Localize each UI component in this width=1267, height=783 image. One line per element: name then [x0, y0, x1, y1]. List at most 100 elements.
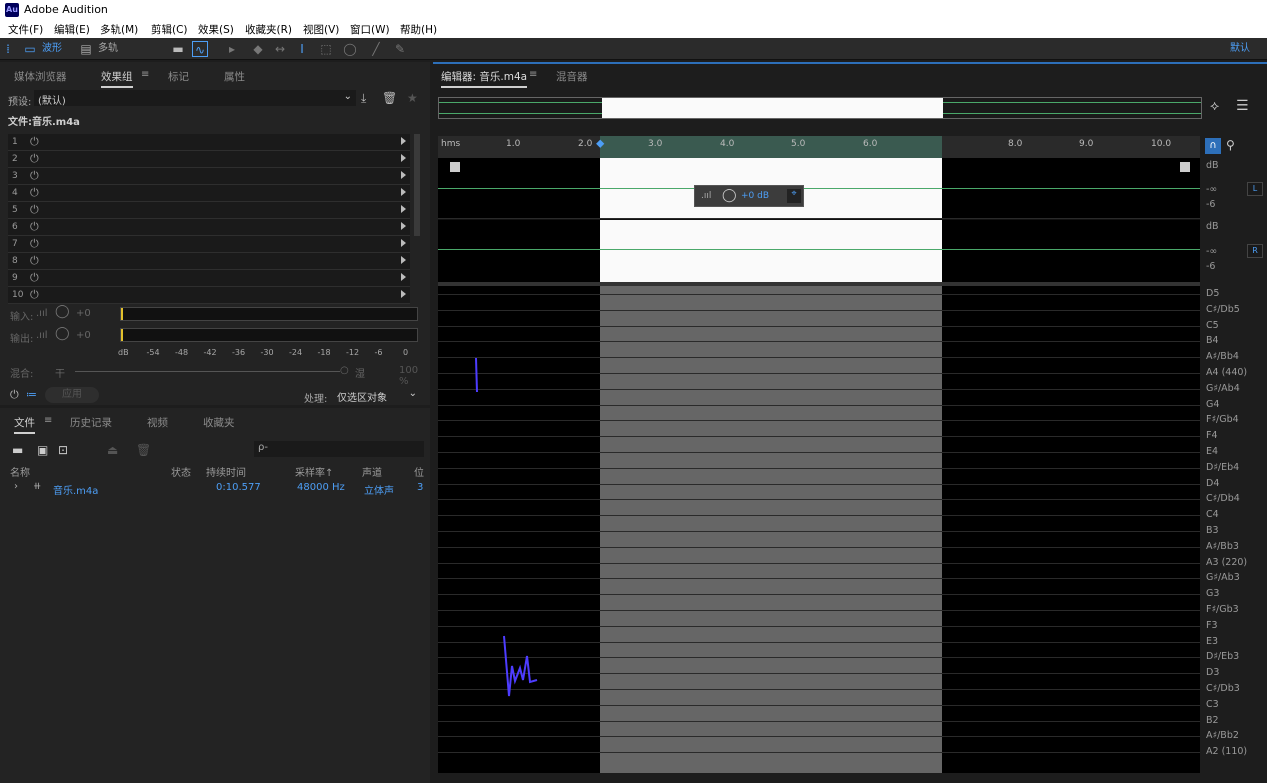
tab-media-browser[interactable]: 媒体浏览器: [14, 69, 67, 84]
search-input[interactable]: ρ-: [254, 441, 424, 457]
panel-grip-icon[interactable]: ⁞: [0, 41, 16, 57]
col-bits[interactable]: 位: [414, 464, 424, 479]
gain-knob[interactable]: ◯: [722, 188, 737, 203]
tab-editor[interactable]: 编辑器: 音乐.m4a: [441, 69, 528, 88]
effect-slot[interactable]: 9 ⏻: [8, 270, 410, 287]
effect-slot[interactable]: 1 ⏻: [8, 134, 410, 151]
effect-slot[interactable]: 7 ⏻: [8, 236, 410, 253]
col-status[interactable]: 状态: [171, 464, 191, 479]
menu-clip[interactable]: 剪辑(C): [151, 22, 188, 37]
power-icon[interactable]: ⏻: [30, 271, 39, 285]
power-icon[interactable]: ⏻: [30, 169, 39, 183]
list-view-icon[interactable]: ☰: [1236, 98, 1249, 114]
overview-bar[interactable]: [438, 97, 1202, 119]
playhead-icon[interactable]: ⬥: [596, 136, 604, 151]
menu-effects[interactable]: 效果(S): [198, 22, 234, 37]
pitch-display-icon[interactable]: ∿: [192, 41, 208, 57]
input-gain-knob[interactable]: ◯: [55, 304, 70, 319]
waveform-selection[interactable]: [600, 158, 942, 282]
power-icon[interactable]: ⏻: [30, 186, 39, 200]
effect-slot[interactable]: 8 ⏻: [8, 253, 410, 270]
razor-tool-icon[interactable]: ◆: [250, 41, 266, 57]
zoom-icon[interactable]: ⟡: [1210, 98, 1219, 114]
fade-in-handle[interactable]: [450, 162, 460, 172]
tab-video[interactable]: 视频: [147, 415, 168, 430]
delete-preset-icon[interactable]: 🗑: [382, 91, 397, 105]
tab-files[interactable]: 文件: [14, 415, 35, 434]
menu-view[interactable]: 视图(V): [303, 22, 339, 37]
panel-menu-icon[interactable]: ≡: [529, 69, 537, 80]
effect-slot[interactable]: 5 ⏻: [8, 202, 410, 219]
channel-right-badge[interactable]: R: [1247, 244, 1263, 258]
slot-menu-arrow-icon[interactable]: [401, 290, 406, 298]
mix-slider[interactable]: [75, 371, 340, 372]
power-icon[interactable]: ⏻: [30, 203, 39, 217]
menu-file[interactable]: 文件(F): [8, 22, 43, 37]
tab-effects-rack[interactable]: 效果组: [101, 69, 133, 88]
col-name[interactable]: 名称: [10, 464, 30, 479]
panel-menu-icon[interactable]: ≡: [44, 415, 52, 426]
spectral-display-icon[interactable]: ▬: [170, 41, 186, 57]
rack-scrollbar[interactable]: [414, 134, 420, 236]
slot-menu-arrow-icon[interactable]: [401, 137, 406, 145]
import-icon[interactable]: ▣: [37, 443, 48, 457]
brush-tool-icon[interactable]: ╱: [368, 41, 384, 57]
fade-out-handle[interactable]: [1180, 162, 1190, 172]
save-preset-icon[interactable]: ⤓: [361, 91, 366, 106]
snap-icon[interactable]: ∩: [1205, 138, 1221, 154]
effect-slot[interactable]: 6 ⏻: [8, 219, 410, 236]
channel-left-badge[interactable]: L: [1247, 182, 1263, 196]
slot-menu-arrow-icon[interactable]: [401, 256, 406, 264]
healing-tool-icon[interactable]: ✎: [392, 41, 408, 57]
slot-menu-arrow-icon[interactable]: [401, 205, 406, 213]
tab-history[interactable]: 历史记录: [70, 415, 112, 430]
open-file-icon[interactable]: ▬: [12, 443, 23, 457]
slip-tool-icon[interactable]: ↔: [272, 41, 288, 57]
slot-menu-arrow-icon[interactable]: [401, 171, 406, 179]
tab-mixer[interactable]: 混音器: [556, 69, 588, 84]
preset-select[interactable]: (默认) ⌄: [34, 90, 356, 107]
tab-favorites[interactable]: 收藏夹: [203, 415, 235, 430]
power-icon[interactable]: ⏻: [30, 135, 39, 149]
mix-slider-handle[interactable]: ○: [340, 365, 349, 376]
menu-edit[interactable]: 编辑(E): [54, 22, 90, 37]
menu-multitrack[interactable]: 多轨(M): [100, 22, 138, 37]
slot-menu-arrow-icon[interactable]: [401, 188, 406, 196]
power-icon[interactable]: ⏻: [30, 237, 39, 251]
slot-menu-arrow-icon[interactable]: [401, 239, 406, 247]
expand-chevron-icon[interactable]: ›: [14, 481, 18, 492]
slot-menu-arrow-icon[interactable]: [401, 222, 406, 230]
tab-properties[interactable]: 属性: [224, 69, 245, 84]
menu-help[interactable]: 帮助(H): [400, 22, 437, 37]
col-sample-rate[interactable]: 采样率↑: [295, 464, 333, 479]
move-tool-icon[interactable]: ▸: [224, 41, 240, 57]
col-channels[interactable]: 声道: [362, 464, 382, 479]
table-row[interactable]: › ⧺ 音乐.m4a 0:10.577 48000 Hz 立体声 3: [0, 480, 430, 497]
effect-slot[interactable]: 3 ⏻: [8, 168, 410, 185]
workspace-default[interactable]: 默认: [1230, 41, 1250, 57]
time-ruler[interactable]: hms 1.0 2.0 3.0 4.0 5.0 6.0 8.0 9.0 10.0 ⬥: [438, 136, 1200, 158]
effect-slot[interactable]: 10 ⏻: [8, 287, 410, 304]
marker-pin-icon[interactable]: ⚲: [1226, 138, 1235, 152]
pin-icon[interactable]: ⌖: [787, 189, 801, 203]
time-selection-tool-icon[interactable]: I: [294, 41, 310, 57]
panel-menu-icon[interactable]: ≡: [141, 69, 149, 80]
waveform-button[interactable]: 波形: [42, 41, 62, 57]
marquee-tool-icon[interactable]: ⬚: [318, 41, 334, 57]
slot-menu-arrow-icon[interactable]: [401, 273, 406, 281]
power-icon[interactable]: ⏻: [30, 220, 39, 234]
hud-gain-control[interactable]: .ııl ◯ +0 dB ⌖: [694, 185, 804, 207]
list-icon[interactable]: ≔: [26, 388, 37, 401]
new-file-icon[interactable]: ⊡: [58, 443, 68, 457]
process-select[interactable]: 仅选区对象 ⌄: [333, 387, 421, 404]
power-icon[interactable]: ⏻: [10, 388, 19, 402]
insert-icon[interactable]: ⏏: [107, 443, 118, 457]
overview-visible-range[interactable]: [602, 98, 943, 118]
col-duration[interactable]: 持续时间: [206, 464, 246, 479]
tab-markers[interactable]: 标记: [168, 69, 189, 84]
favorite-star-icon[interactable]: ★: [407, 91, 418, 105]
waveform-display[interactable]: .ııl ◯ +0 dB ⌖: [438, 158, 1200, 282]
menu-window[interactable]: 窗口(W): [350, 22, 390, 37]
power-icon[interactable]: ⏻: [30, 254, 39, 268]
pitch-display[interactable]: [438, 286, 1200, 773]
